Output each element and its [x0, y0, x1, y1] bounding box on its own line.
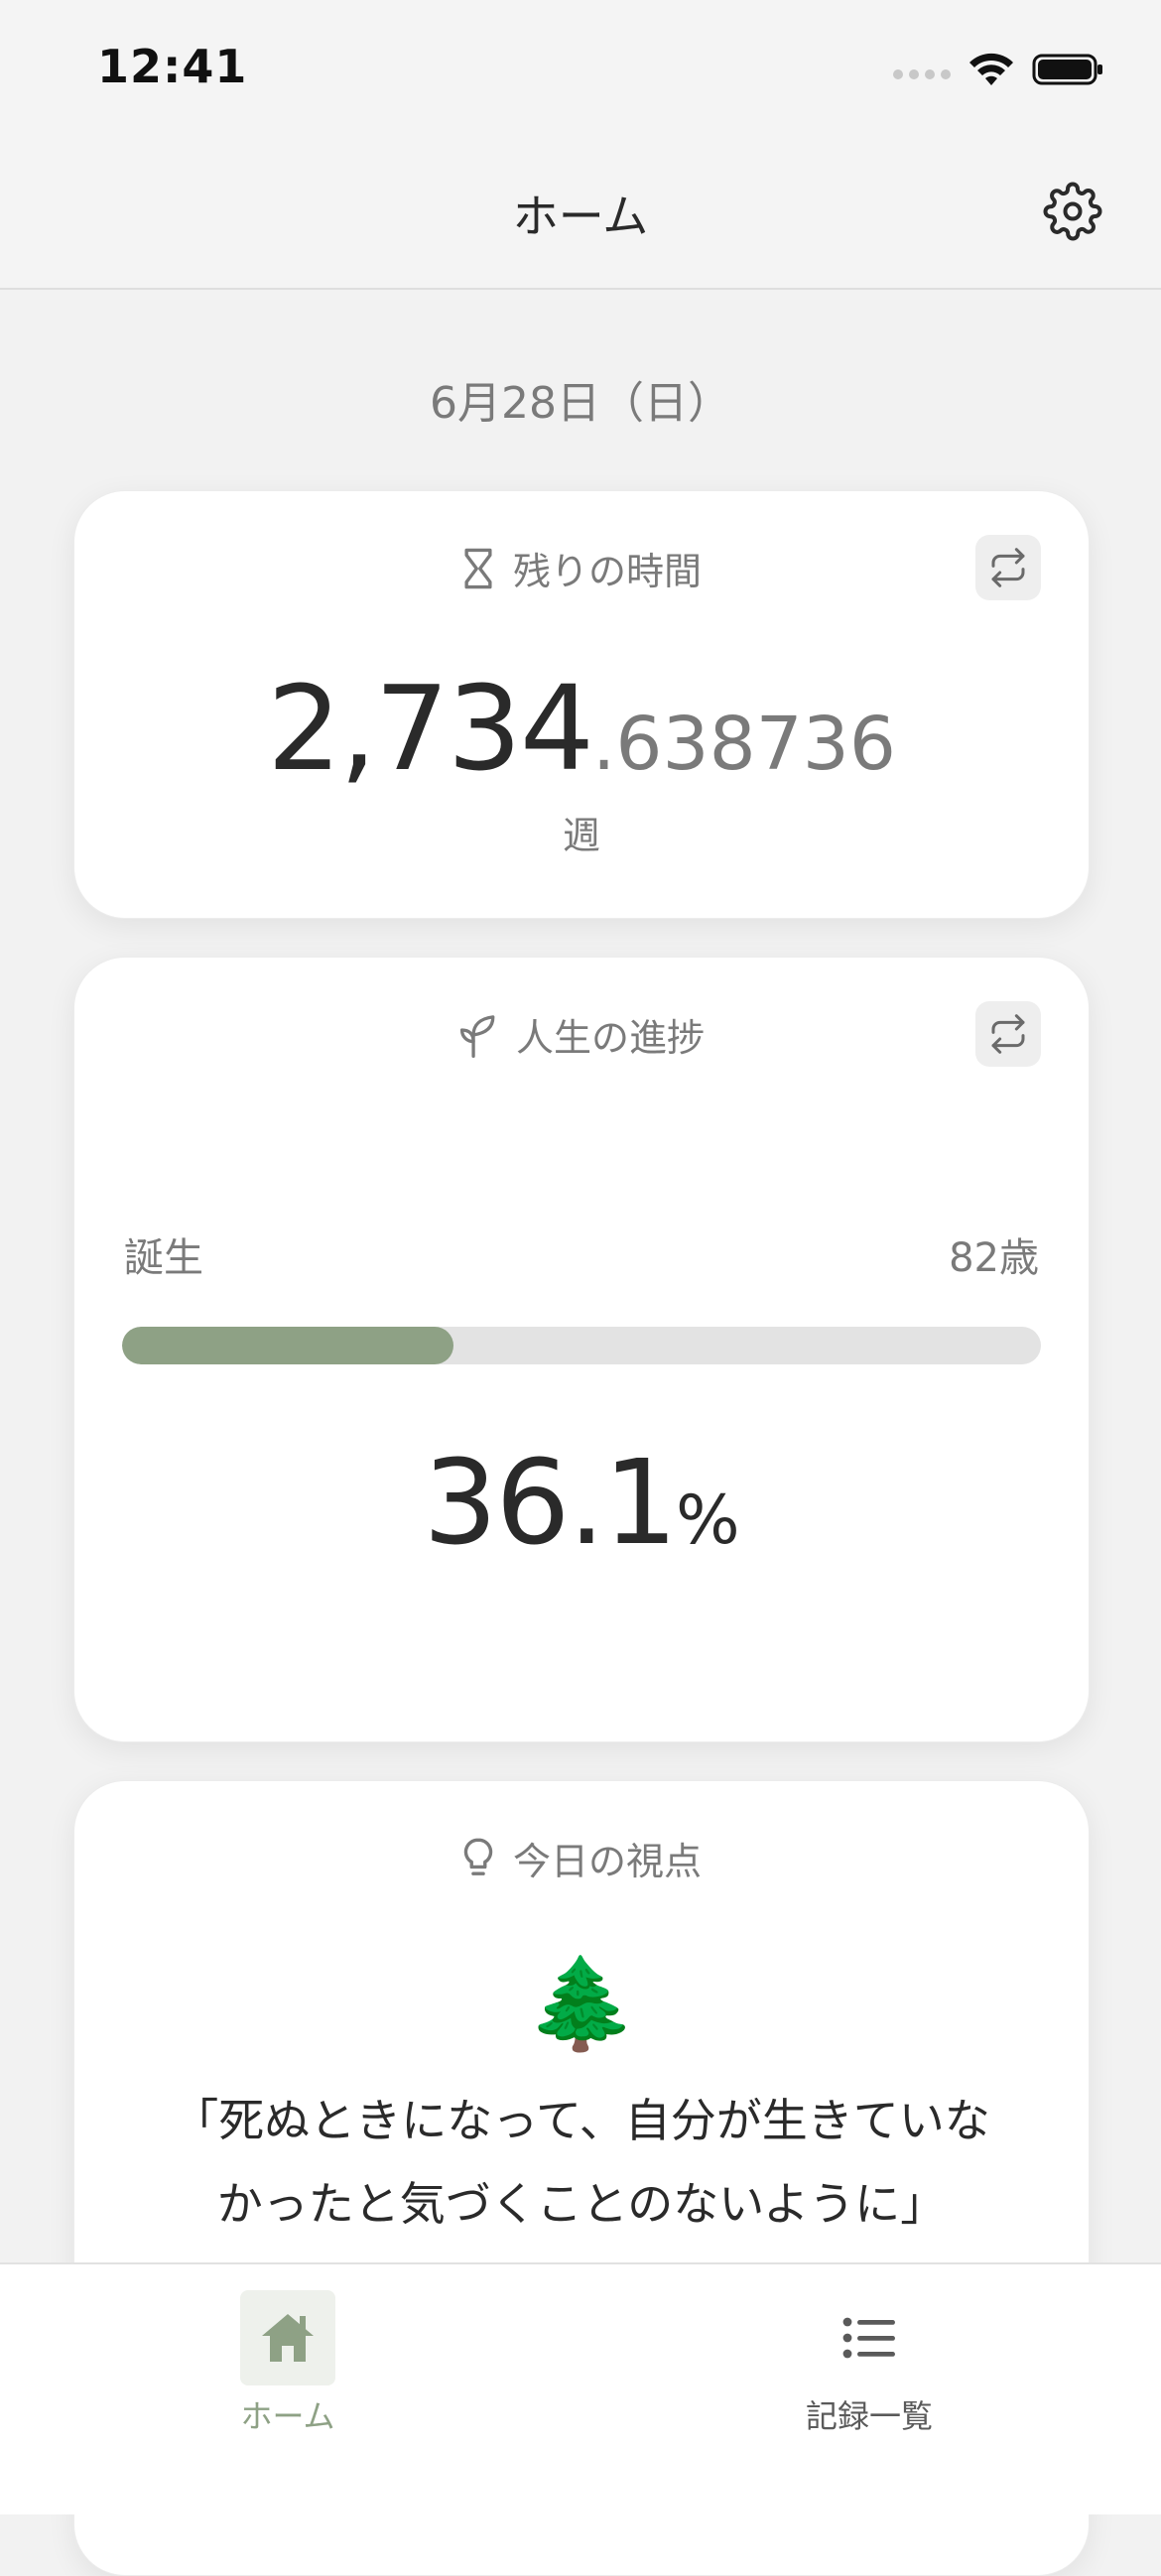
cellular-signal-icon	[893, 69, 951, 79]
remaining-weeks-value: 2,734.638736	[74, 660, 1089, 797]
card-title: 人生の進捗	[515, 1016, 705, 1060]
remaining-integer: 2,734	[267, 660, 594, 797]
repeat-icon	[991, 1014, 1025, 1054]
progress-percent-sign: %	[676, 1481, 740, 1560]
status-time: 12:41	[97, 40, 248, 93]
life-progress-fill	[122, 1327, 454, 1364]
repeat-icon	[991, 548, 1025, 587]
remaining-unit: 週	[562, 814, 600, 857]
gear-icon	[1043, 182, 1102, 241]
current-date: 6月28日（日）	[430, 378, 731, 429]
progress-percent-number: 36.1	[423, 1434, 678, 1571]
list-icon	[842, 2317, 895, 2359]
tab-records[interactable]: 記録一覧	[740, 2290, 998, 2437]
page-title: ホーム	[512, 190, 649, 243]
life-progress-bar	[122, 1327, 1041, 1364]
switch-view-button[interactable]	[975, 1001, 1041, 1067]
card-title: 今日の視点	[512, 1840, 702, 1883]
status-bar: 12:41	[0, 0, 1161, 139]
navigation-bar: ホーム	[0, 139, 1161, 290]
progress-end-label: 82歳	[949, 1235, 1039, 1281]
tree-icon: 🌲	[525, 1952, 638, 2056]
hourglass-icon	[464, 548, 492, 588]
tab-bar: ホーム 記録一覧	[0, 2262, 1161, 2514]
lightbulb-icon	[463, 1838, 493, 1875]
home-icon	[262, 2314, 314, 2362]
tab-home-label: ホーム	[240, 2397, 335, 2435]
remaining-decimal: .638736	[591, 702, 896, 787]
card-title: 残りの時間	[512, 550, 702, 593]
life-progress-card: 人生の進捗 誕生 82歳 36.1%	[73, 957, 1090, 1742]
status-icons	[893, 52, 1105, 87]
remaining-time-card: 残りの時間 2,734.638736 週	[73, 490, 1090, 919]
card-header: 今日の視点	[74, 1831, 1089, 1885]
settings-button[interactable]	[1040, 179, 1105, 244]
progress-start-label: 誕生	[124, 1235, 203, 1281]
card-header: 人生の進捗	[74, 1007, 1089, 1062]
quote-text: 「死ぬときになって、自分が生きていなかったと気づくことのないように」	[173, 2094, 990, 2231]
tab-home[interactable]: ホーム	[159, 2290, 417, 2437]
battery-icon	[1032, 54, 1102, 85]
card-header: 残りの時間	[74, 541, 1089, 595]
progress-percent: 36.1%	[74, 1434, 1089, 1571]
switch-unit-button[interactable]	[975, 535, 1041, 600]
tab-records-label: 記録一覧	[805, 2397, 933, 2435]
tab-records-icon-box	[822, 2290, 917, 2385]
sprout-icon	[459, 1014, 495, 1058]
tab-home-icon-box	[240, 2290, 335, 2385]
wifi-icon	[969, 53, 1013, 85]
